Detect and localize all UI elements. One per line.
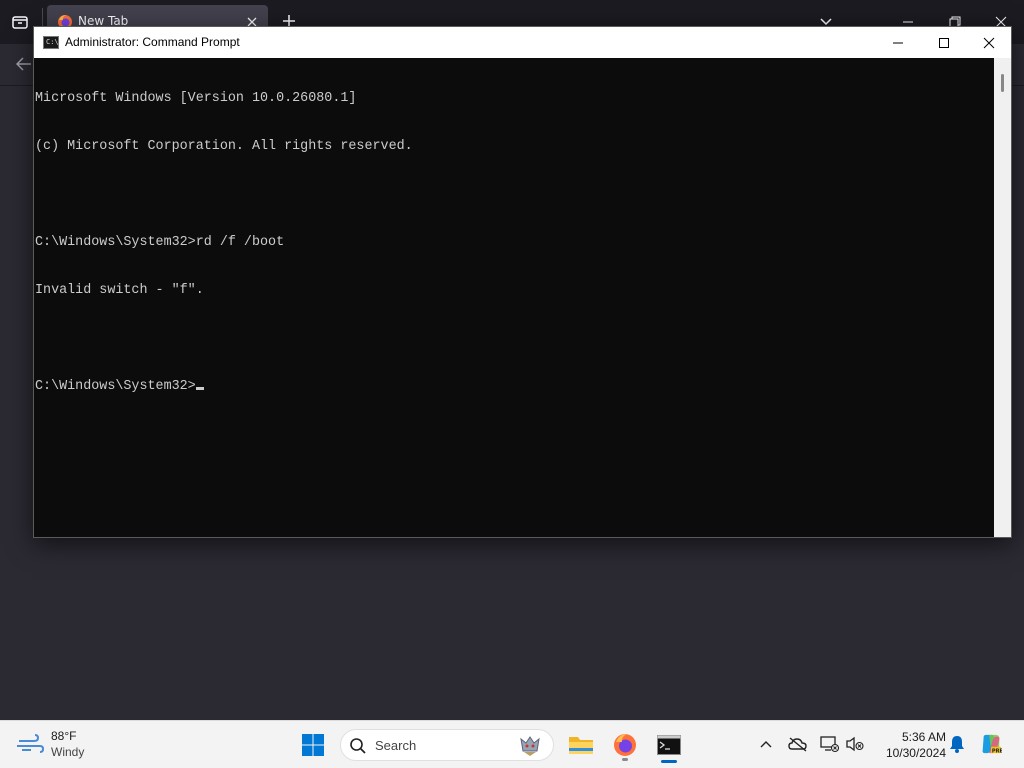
terminal-icon[interactable] [651,727,687,763]
text-cursor [195,387,204,390]
onedrive-icon[interactable] [787,733,809,755]
console-line: (c) Microsoft Corporation. All rights re… [35,139,413,154]
firefox-icon[interactable] [607,727,643,763]
prompt-line[interactable]: C:\Windows\System32> [35,379,994,395]
search-icon [349,737,367,755]
console-output[interactable]: Microsoft Windows [Version 10.0.26080.1]… [34,58,994,537]
windows-start-icon[interactable] [295,727,331,763]
cmd-icon: C:\ [43,36,59,49]
svg-text:PRE: PRE [992,748,1002,754]
tab-list-icon[interactable] [8,10,32,34]
console-line: C:\Windows\System32>rd /f /boot [35,235,285,250]
taskbar-search-box[interactable]: Search [340,729,554,761]
search-label: Search [375,738,417,753]
weather-wind-icon[interactable] [16,733,45,755]
console-line: Microsoft Windows [Version 10.0.26080.1] [35,91,357,106]
scrollbar-thumb[interactable] [1001,74,1004,92]
chevron-up-icon[interactable] [755,733,777,755]
running-indicator [622,758,628,761]
command-prompt-window: C:\ Administrator: Command Prompt Micros… [33,26,1012,538]
minimize-icon[interactable] [875,27,921,58]
network-icon[interactable] [818,733,840,755]
vertical-scrollbar[interactable] [994,58,1011,537]
prompt: C:\Windows\System32> [35,379,196,394]
window-title: Administrator: Command Prompt [65,35,240,49]
bell-icon[interactable] [946,733,968,755]
volume-muted-icon[interactable] [844,733,866,755]
cmd-icon-text: C:\ [46,38,59,46]
copilot-icon[interactable]: PRE [980,733,1002,755]
close-icon[interactable] [966,27,1012,58]
taskbar: 88°F Windy Search 5:36 AM 10/30/2024 PRE [0,720,1024,768]
weather-temperature[interactable]: 88°F [51,729,76,743]
maximize-icon[interactable] [921,27,967,58]
weather-description[interactable]: Windy [51,745,84,759]
search-highlight-icon [517,733,543,759]
clock-time[interactable]: 5:36 AM [880,730,946,744]
active-indicator [661,760,677,763]
console-line: Invalid switch - "f". [35,283,204,298]
cmd-title-bar[interactable]: C:\ Administrator: Command Prompt [34,27,1011,58]
clock-date[interactable]: 10/30/2024 [872,746,946,760]
file-explorer-icon[interactable] [563,727,599,763]
